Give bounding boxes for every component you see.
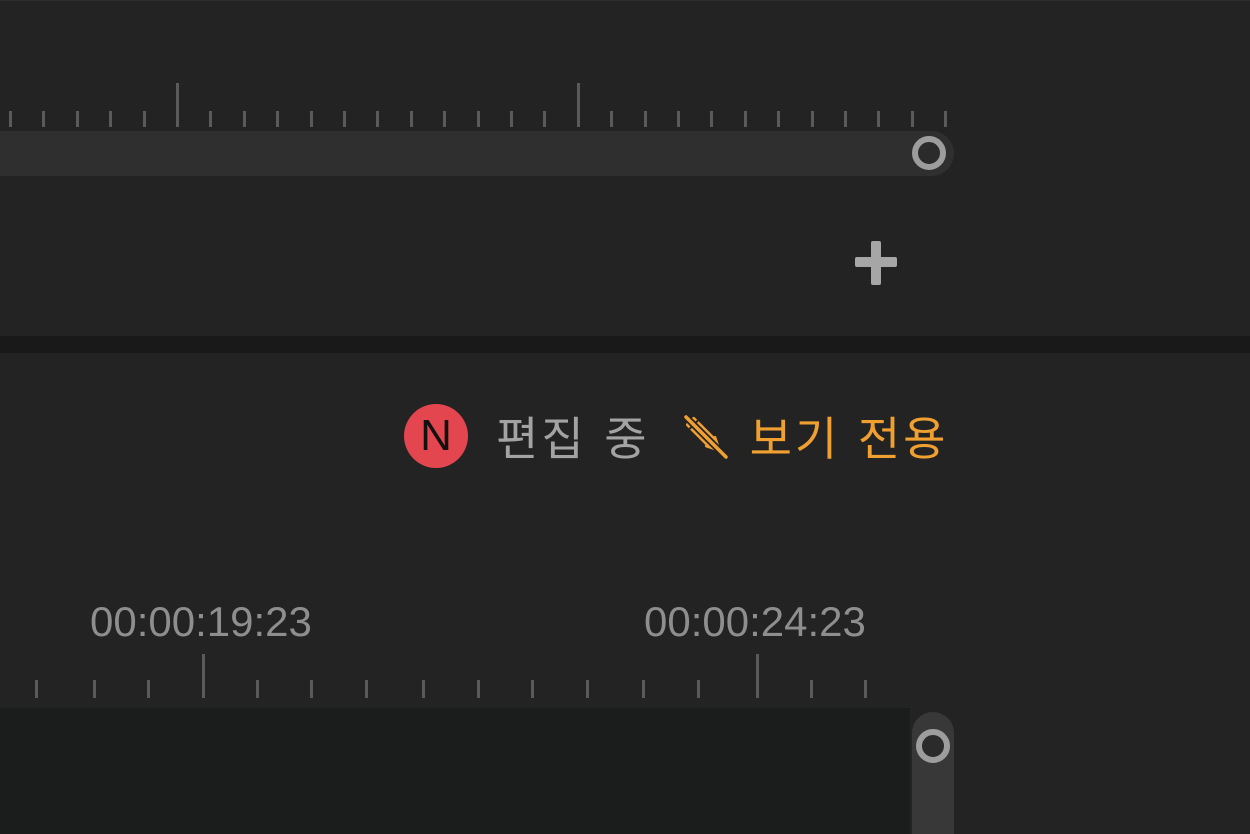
avatar: N [404,404,468,468]
ruler-major-tick [176,83,179,127]
ruler-minor-tick [410,111,413,127]
ruler-minor-tick [243,111,246,127]
avatar-letter: N [420,411,452,460]
ruler-minor-tick [109,111,112,127]
ruler-minor-tick [147,680,150,698]
ruler-minor-tick [35,680,38,698]
ruler-minor-tick [256,680,259,698]
ruler-minor-tick [864,680,867,698]
ruler-minor-tick [644,111,647,127]
ruler-minor-tick [543,111,546,127]
ruler-minor-tick [209,111,212,127]
ruler-minor-tick [877,111,880,127]
ruler-minor-tick [93,680,96,698]
ruler-minor-tick [365,680,368,698]
ruler-minor-tick [810,680,813,698]
bottom-scrub-handle[interactable] [916,729,950,763]
ruler-minor-tick [276,111,279,127]
ruler-minor-tick [310,111,313,127]
ruler-minor-tick [422,680,425,698]
ruler-minor-tick [42,111,45,127]
top-scrub-handle[interactable] [912,136,946,170]
ruler-minor-tick [697,680,700,698]
ruler-minor-tick [477,111,480,127]
timecode-label: 00:00:24:23 [644,598,866,645]
ruler-minor-tick [710,111,713,127]
ruler-major-tick [202,654,205,698]
editing-status-label: 편집 중 [496,412,650,466]
ruler-minor-tick [443,111,446,127]
ruler-minor-tick [9,111,12,127]
timeline-editor: N 편집 중 보기 전용 00:00:19:23 00:00:24:23 [0,0,1250,834]
ruler-minor-tick [610,111,613,127]
ruler-minor-tick [642,680,645,698]
ruler-minor-tick [944,111,947,127]
ruler-minor-tick [510,111,513,127]
ruler-minor-tick [76,111,79,127]
ruler-minor-tick [744,111,747,127]
timecode-label: 00:00:19:23 [90,598,312,645]
ruler-minor-tick [531,680,534,698]
ruler-minor-tick [143,111,146,127]
bottom-ruler [0,650,900,698]
ruler-minor-tick [376,111,379,127]
top-ruler [0,81,960,127]
ruler-minor-tick [586,680,589,698]
pencil-crossed-icon [682,413,730,461]
readonly-label: 보기 전용 [749,412,949,466]
add-button[interactable] [852,239,900,287]
ruler-major-tick [577,83,580,127]
ruler-minor-tick [310,680,313,698]
ruler-minor-tick [477,680,480,698]
ruler-minor-tick [844,111,847,127]
ruler-major-tick [756,654,759,698]
top-track-bar[interactable] [0,131,930,176]
bottom-track-area[interactable] [0,708,910,834]
ruler-minor-tick [343,111,346,127]
ruler-minor-tick [777,111,780,127]
ruler-minor-tick [677,111,680,127]
top-timeline-panel [0,0,1250,336]
edit-status-bar: N 편집 중 보기 전용 [404,404,949,468]
ruler-minor-tick [911,111,914,127]
panel-divider[interactable] [0,336,1250,353]
ruler-minor-tick [811,111,814,127]
readonly-toggle[interactable]: 보기 전용 [680,403,949,469]
